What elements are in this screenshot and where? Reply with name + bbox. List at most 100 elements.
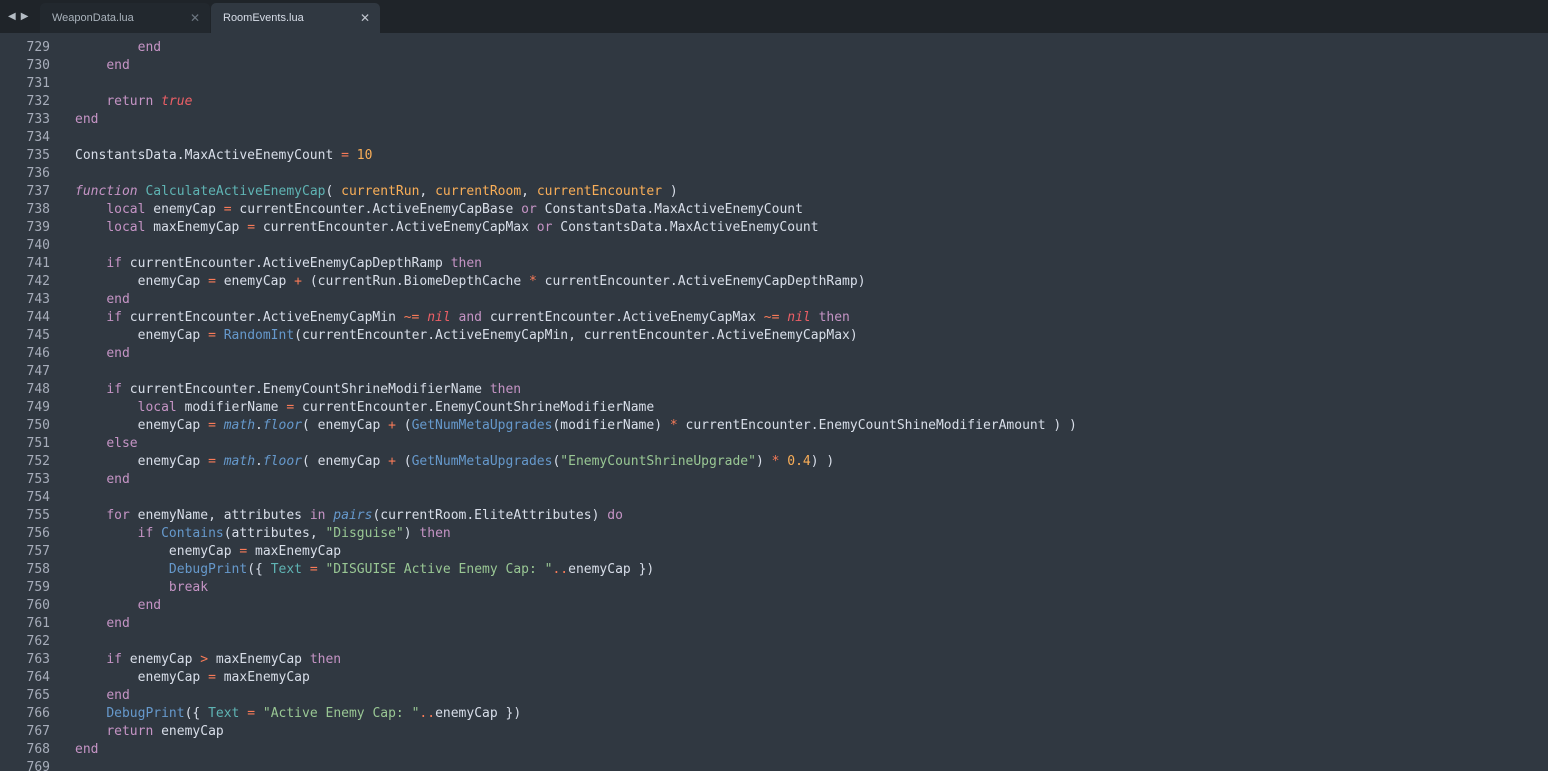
code-token: in bbox=[309, 508, 326, 523]
line-number: 741 bbox=[26, 256, 50, 271]
code-token: RandomInt bbox=[223, 328, 295, 343]
code-token: Text bbox=[270, 562, 302, 577]
code-line[interactable]: 750 enemyCap = math.floor( enemyCap + (G… bbox=[0, 417, 1548, 435]
close-icon[interactable]: ✕ bbox=[190, 3, 200, 33]
code-line[interactable]: 729 end bbox=[0, 39, 1548, 57]
code-line[interactable]: 765 end bbox=[0, 687, 1548, 705]
code-line[interactable]: 738 local enemyCap = currentEncounter.Ac… bbox=[0, 201, 1548, 219]
code-line[interactable]: 756 if Contains(attributes, "Disguise") … bbox=[0, 525, 1548, 543]
code-line[interactable]: 744 if currentEncounter.ActiveEnemyCapMi… bbox=[0, 309, 1548, 327]
code-line[interactable]: 753 end bbox=[0, 471, 1548, 489]
code-line[interactable]: 751 else bbox=[0, 435, 1548, 453]
tab-weapondata[interactable]: WeaponData.lua ✕ bbox=[40, 3, 210, 33]
code-text: DebugPrint({ Text = "Active Enemy Cap: "… bbox=[75, 705, 521, 723]
line-number: 731 bbox=[26, 76, 50, 91]
code-line[interactable]: 762 bbox=[0, 633, 1548, 651]
line-number: 734 bbox=[26, 130, 50, 145]
code-editor[interactable]: 729 end 730 end 731 732 return true 733 end 73… bbox=[0, 39, 1548, 771]
code-token: GetNumMetaUpgrades bbox=[411, 418, 553, 433]
code-line[interactable]: 767 return enemyCap bbox=[0, 723, 1548, 741]
code-token: pairs bbox=[333, 508, 373, 523]
code-line[interactable]: 758 DebugPrint({ Text = "DISGUISE Active… bbox=[0, 561, 1548, 579]
code-line[interactable]: 769 bbox=[0, 759, 1548, 771]
code-line[interactable]: 760 end bbox=[0, 597, 1548, 615]
code-token: = bbox=[247, 706, 256, 721]
code-line[interactable]: 763 if enemyCap > maxEnemyCap then bbox=[0, 651, 1548, 669]
code-line[interactable]: 754 bbox=[0, 489, 1548, 507]
code-line[interactable]: 733 end bbox=[0, 111, 1548, 129]
code-token: * bbox=[669, 418, 678, 433]
code-token: end bbox=[137, 40, 162, 55]
code-line[interactable]: 752 enemyCap = math.floor( enemyCap + (G… bbox=[0, 453, 1548, 471]
code-token: local bbox=[137, 400, 177, 415]
code-line[interactable]: 748 if currentEncounter.EnemyCountShrine… bbox=[0, 381, 1548, 399]
code-text: break bbox=[75, 579, 208, 597]
line-number: 748 bbox=[26, 382, 50, 397]
code-token: = bbox=[208, 454, 216, 469]
code-text: enemyCap = maxEnemyCap bbox=[75, 669, 310, 687]
code-token: ConstantsData.MaxActiveEnemyCount bbox=[536, 202, 803, 217]
code-line[interactable]: 766 DebugPrint({ Text = "Active Enemy Ca… bbox=[0, 705, 1548, 723]
code-line[interactable]: 739 local maxEnemyCap = currentEncounter… bbox=[0, 219, 1548, 237]
code-text: enemyCap = enemyCap + (currentRun.BiomeD… bbox=[75, 273, 866, 291]
chevron-right-icon[interactable]: ▶ bbox=[21, 10, 29, 24]
line-number: 767 bbox=[26, 724, 50, 739]
code-line[interactable]: 761 end bbox=[0, 615, 1548, 633]
code-line[interactable]: 746 end bbox=[0, 345, 1548, 363]
code-line[interactable]: 755 for enemyName, attributes in pairs(c… bbox=[0, 507, 1548, 525]
line-number: 735 bbox=[26, 148, 50, 163]
code-line[interactable]: 747 bbox=[0, 363, 1548, 381]
code-text: end bbox=[75, 111, 98, 129]
code-token: = bbox=[309, 562, 318, 577]
code-token: > bbox=[200, 652, 209, 667]
code-token: ConstantsData.MaxActiveEnemyCount bbox=[552, 220, 819, 235]
code-line[interactable]: 764 enemyCap = maxEnemyCap bbox=[0, 669, 1548, 687]
line-number: 736 bbox=[26, 166, 50, 181]
code-line[interactable]: 768 end bbox=[0, 741, 1548, 759]
code-token: currentRoom bbox=[435, 184, 522, 199]
line-number: 760 bbox=[26, 598, 50, 613]
code-line[interactable]: 730 end bbox=[0, 57, 1548, 75]
code-token: or bbox=[521, 202, 537, 217]
code-line[interactable]: 731 bbox=[0, 75, 1548, 93]
code-line[interactable]: 741 if currentEncounter.ActiveEnemyCapDe… bbox=[0, 255, 1548, 273]
tab-roomevents[interactable]: RoomEvents.lua ✕ bbox=[211, 3, 380, 33]
code-line[interactable]: 740 bbox=[0, 237, 1548, 255]
code-token: currentEncounter.EnemyCountShrineModifie… bbox=[121, 382, 490, 397]
code-line[interactable]: 732 return true bbox=[0, 93, 1548, 111]
code-token: GetNumMetaUpgrades bbox=[411, 454, 553, 469]
code-line[interactable]: 743 end bbox=[0, 291, 1548, 309]
close-icon[interactable]: ✕ bbox=[360, 3, 370, 33]
code-line[interactable]: 735 ConstantsData.MaxActiveEnemyCount = 1… bbox=[0, 147, 1548, 165]
code-line[interactable]: 749 local modifierName = currentEncounte… bbox=[0, 399, 1548, 417]
code-text: for enemyName, attributes in pairs(curre… bbox=[75, 507, 623, 525]
code-token: enemyName, attributes bbox=[129, 508, 310, 523]
code-line[interactable]: 737 function CalculateActiveEnemyCap( cur… bbox=[0, 183, 1548, 201]
code-text: end bbox=[75, 741, 98, 759]
code-token: end bbox=[106, 688, 130, 703]
line-number: 756 bbox=[26, 526, 50, 541]
code-text: end bbox=[75, 597, 161, 615]
line-number: 759 bbox=[26, 580, 50, 595]
code-token: enemyCap bbox=[75, 274, 209, 289]
code-line[interactable]: 759 break bbox=[0, 579, 1548, 597]
code-line[interactable]: 742 enemyCap = enemyCap + (currentRun.Bi… bbox=[0, 273, 1548, 291]
code-token: maxEnemyCap bbox=[247, 544, 342, 559]
chevron-left-icon[interactable]: ◀ bbox=[8, 10, 16, 24]
code-line[interactable]: 757 enemyCap = maxEnemyCap bbox=[0, 543, 1548, 561]
code-token: enemyCap bbox=[75, 418, 209, 433]
code-line[interactable]: 734 bbox=[0, 129, 1548, 147]
code-token: ( bbox=[395, 454, 412, 469]
code-line[interactable]: 745 enemyCap = RandomInt(currentEncounte… bbox=[0, 327, 1548, 345]
code-token: "Disguise" bbox=[325, 526, 404, 541]
code-token: do bbox=[607, 508, 623, 523]
code-line[interactable]: 736 bbox=[0, 165, 1548, 183]
